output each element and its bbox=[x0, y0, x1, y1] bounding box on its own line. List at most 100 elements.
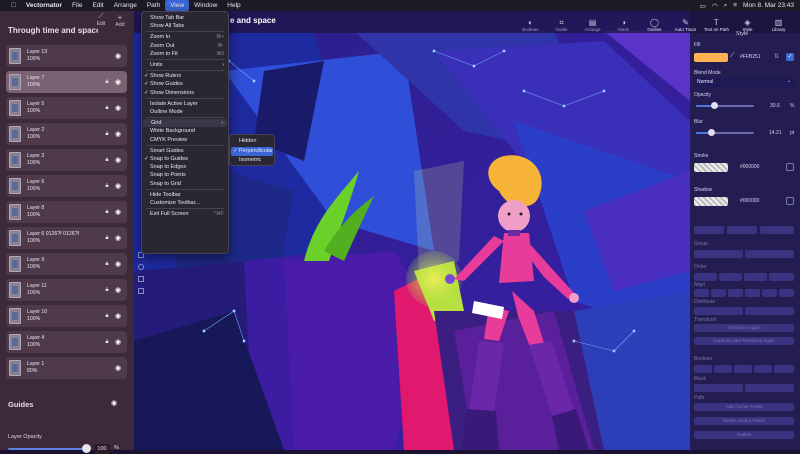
menu-item-show-guides[interactable]: ✓ Show Guides bbox=[142, 80, 228, 88]
battery-icon[interactable]: ▭ bbox=[700, 2, 706, 10]
add-layer-button[interactable]: + Add bbox=[111, 13, 129, 28]
menu-item-zoom-to-fit[interactable]: Zoom to Fit ⌘0 bbox=[142, 50, 228, 58]
menu-window[interactable]: Window bbox=[189, 0, 222, 11]
menu-item-zoom-out[interactable]: Zoom Out ⌘- bbox=[142, 42, 228, 50]
order-send-back-button[interactable] bbox=[769, 273, 794, 281]
toolbar-auto-trace-button[interactable]: ✎ Auto Trace bbox=[670, 13, 701, 32]
layer-row[interactable]: Layer 3 100% 🔒︎ ◉ bbox=[6, 149, 127, 171]
menu-item-snap-to-grid[interactable]: Snap to Grid bbox=[142, 180, 228, 188]
menu-item-smart-guides[interactable]: Smart Guides bbox=[142, 147, 228, 155]
swap-icon[interactable]: ⇅ bbox=[774, 53, 779, 60]
fill-enabled-checkbox[interactable]: ✓ bbox=[786, 53, 794, 61]
eye-icon[interactable]: ◉ bbox=[112, 208, 124, 216]
wifi-icon[interactable]: ◠ bbox=[712, 2, 718, 10]
order-bring-forward-button[interactable] bbox=[719, 273, 742, 281]
menu-item-zoom-in[interactable]: Zoom In ⌘+ bbox=[142, 33, 228, 41]
lock-icon[interactable]: 🔒︎ bbox=[102, 79, 112, 86]
shadow-color-swatch[interactable] bbox=[694, 197, 728, 206]
layer-row[interactable]: Layer 5 100% 🔒︎ ◉ bbox=[6, 97, 127, 119]
search-icon[interactable]: ⌕ bbox=[724, 2, 728, 10]
eye-icon[interactable]: ◉ bbox=[112, 364, 124, 372]
circle-tool-icon[interactable] bbox=[138, 264, 144, 270]
boolean-union-button[interactable] bbox=[694, 365, 712, 373]
lock-icon[interactable]: 🔒︎ bbox=[102, 209, 112, 216]
menu-item-isolate-active-layer[interactable]: Isolate Active Layer bbox=[142, 100, 228, 108]
edit-layers-button[interactable]: ⟋ Edit bbox=[92, 13, 110, 27]
align-bottom-button[interactable] bbox=[779, 289, 794, 297]
menu-item-show-tab-bar[interactable]: Show Tab Bar bbox=[142, 14, 228, 22]
menu-app-name[interactable]: Vectornator bbox=[21, 0, 67, 11]
shadow-hex[interactable]: #000000 bbox=[740, 198, 759, 204]
stroke-enabled-checkbox[interactable] bbox=[786, 163, 794, 171]
toolbar-mask-button[interactable]: ◑ Mask bbox=[608, 13, 639, 32]
eye-icon[interactable]: ◉ bbox=[112, 104, 124, 112]
blend-mode-select[interactable]: Normal bbox=[694, 78, 794, 87]
mask-button[interactable] bbox=[694, 384, 743, 392]
order-bring-front-button[interactable] bbox=[694, 273, 717, 281]
lock-icon[interactable]: 🔒︎ bbox=[102, 183, 112, 190]
layer-row[interactable]: Layer 9 100% 🔒︎ ◉ bbox=[6, 253, 127, 275]
shadow-x-field[interactable] bbox=[694, 226, 724, 234]
guides-visibility-eye-icon[interactable]: ◉ bbox=[111, 399, 117, 407]
layer-row[interactable]: Layer 2 100% 🔒︎ ◉ bbox=[6, 123, 127, 145]
eye-icon[interactable]: ◉ bbox=[112, 286, 124, 294]
menubar-clock[interactable]: Mon 8. Mar 23:43 bbox=[743, 2, 794, 9]
transform-again-button[interactable]: Transform Again bbox=[694, 324, 794, 332]
image-tool-icon[interactable] bbox=[138, 288, 144, 294]
menu-item-show-rulers[interactable]: ✓ Show Rulers bbox=[142, 72, 228, 80]
toolbar-style-button[interactable]: ◈ Style bbox=[732, 13, 763, 32]
order-send-backward-button[interactable] bbox=[744, 273, 767, 281]
toolbar-arrange-button[interactable]: ▤ Arrange bbox=[577, 13, 608, 32]
menu-item-customize-toolbar[interactable]: Customize Toolbar... bbox=[142, 199, 228, 207]
layer-row[interactable]: Layer 4 100% 🔒︎ ◉ bbox=[6, 331, 127, 353]
eyedropper-icon[interactable]: ⟋ bbox=[730, 53, 734, 60]
eye-icon[interactable]: ◉ bbox=[112, 260, 124, 268]
toolbar-guide-button[interactable]: ⌗ Guide bbox=[546, 13, 577, 32]
lock-icon[interactable]: 🔒︎ bbox=[102, 235, 112, 242]
menu-item-white-background[interactable]: White Background bbox=[142, 127, 228, 135]
lock-icon[interactable]: 🔒︎ bbox=[102, 339, 112, 346]
menu-item-show-dimensions[interactable]: ✓ Show Dimensions bbox=[142, 89, 228, 97]
opacity-slider-knob[interactable] bbox=[710, 102, 718, 109]
menu-item-units[interactable]: Units › bbox=[142, 61, 228, 69]
shadow-enabled-checkbox[interactable] bbox=[786, 197, 794, 205]
align-top-button[interactable] bbox=[745, 289, 760, 297]
layer-row[interactable]: Layer 10 100% 🔒︎ ◉ bbox=[6, 305, 127, 327]
add-anchor-points-button[interactable]: Add Anchor Points bbox=[694, 403, 794, 411]
menu-file[interactable]: File bbox=[67, 0, 87, 11]
menu-item-grid[interactable]: Grid › bbox=[143, 119, 227, 128]
menu-help[interactable]: Help bbox=[222, 0, 245, 11]
layer-opacity-knob[interactable] bbox=[82, 444, 91, 453]
apple-icon[interactable]:  bbox=[6, 0, 21, 11]
lock-icon[interactable]: 🔒︎ bbox=[102, 105, 112, 112]
lock-icon[interactable]: 🔒︎ bbox=[102, 261, 112, 268]
layer-row[interactable]: Layer 6 100% 🔒︎ ◉ bbox=[6, 175, 127, 197]
outline-button[interactable]: Outline bbox=[694, 431, 794, 439]
boolean-exclude-button[interactable] bbox=[754, 365, 772, 373]
toolbar-library-button[interactable]: ▥ Library bbox=[763, 13, 794, 32]
distribute-horizontal-button[interactable] bbox=[694, 307, 743, 315]
grid-option-perpendicular[interactable]: ✓ Perpendicular bbox=[231, 146, 273, 156]
distribute-vertical-button[interactable] bbox=[745, 307, 794, 315]
shadow-blur-field[interactable] bbox=[760, 226, 794, 234]
stroke-color-swatch[interactable] bbox=[694, 163, 728, 172]
toolbar-boolean-button[interactable]: ◐ Boolean bbox=[515, 13, 546, 32]
eye-icon[interactable]: ◉ bbox=[112, 234, 124, 242]
opacity-value[interactable]: 30.6 bbox=[770, 103, 780, 109]
lock-icon[interactable]: 🔒︎ bbox=[102, 287, 112, 294]
stroke-hex[interactable]: #000000 bbox=[740, 164, 759, 170]
menu-item-snap-to-edges[interactable]: Snap to Edges bbox=[142, 163, 228, 171]
duplicate-transform-again-button[interactable]: Duplicate and Transform Again bbox=[694, 337, 794, 345]
menu-item-show-all-tabs[interactable]: Show All Tabs bbox=[142, 22, 228, 30]
layer-row[interactable]: Layer 13 100% ◉ bbox=[6, 45, 127, 67]
fill-hex[interactable]: #FFB251 bbox=[740, 54, 761, 60]
boolean-subtract-button[interactable] bbox=[714, 365, 732, 373]
group-button[interactable] bbox=[694, 250, 743, 258]
layer-row[interactable]: Layer 7 100% 🔒︎ ◉ bbox=[6, 71, 127, 93]
eye-icon[interactable]: ◉ bbox=[112, 52, 124, 60]
eye-icon[interactable]: ◉ bbox=[112, 182, 124, 190]
align-left-button[interactable] bbox=[694, 289, 709, 297]
layer-row[interactable]: Layer 6 0126?f 0126?f 100% 🔒︎ ◉ bbox=[6, 227, 127, 249]
frame-tool-icon[interactable] bbox=[138, 276, 144, 282]
menu-item-outline-mode[interactable]: Outline Mode bbox=[142, 108, 228, 116]
